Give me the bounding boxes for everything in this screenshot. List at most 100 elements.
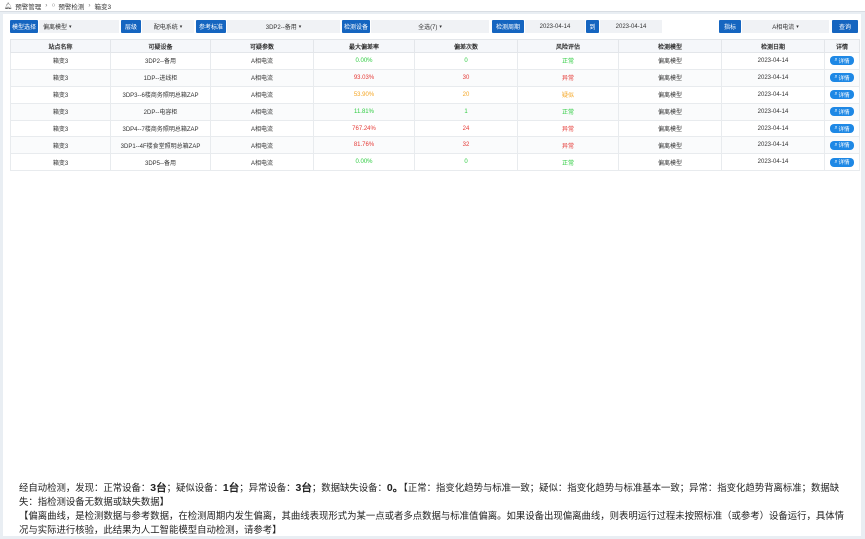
- reference-standard-label: 参考标准: [196, 20, 226, 33]
- cell-deviation-count: 30: [414, 68, 518, 87]
- detail-button[interactable]: ⌕ 详情: [830, 157, 854, 167]
- chevron-down-icon: ▾: [796, 23, 799, 30]
- detail-button[interactable]: ⌕ 详情: [830, 140, 854, 150]
- breadcrumb-item-alarm-detection[interactable]: 预警检测: [58, 1, 84, 11]
- summary-text: 经自动检测，发现：正常设备：3台；疑似设备：1台；异常设备：3台；数据缺失设备：…: [19, 481, 849, 537]
- cell-date: 2023-04-14: [721, 68, 825, 87]
- normal-count: 3台: [150, 482, 167, 494]
- cell-date: 2023-04-14: [721, 136, 825, 155]
- breadcrumb-item-current[interactable]: 箱变3: [95, 1, 112, 11]
- model-select[interactable]: 偏离模型 ▾: [39, 20, 119, 33]
- cell-detail: ⌕ 详情: [824, 52, 860, 70]
- filter-bar: 模型选择 偏离模型 ▾ 层级 配电系统 ▾ 参考标准 3DP2--备用 ▾ 检测设备 …: [10, 20, 858, 34]
- cell-risk: 异常: [517, 136, 619, 155]
- chevron-down-icon: ▾: [179, 23, 183, 30]
- cell-max-deviation: 11.81%: [313, 102, 415, 121]
- cell-detail: ⌕ 详情: [824, 153, 860, 172]
- result-table: 站点名称 可疑设备 可疑参数 最大偏差率 偏差次数 风险评估 检测模型 检测日期…: [10, 39, 860, 172]
- detail-button[interactable]: ⌕ 详情: [830, 107, 854, 117]
- cell-date: 2023-04-14: [721, 153, 825, 172]
- table-row: 箱变3 3DP3--6楼商务照明总箱ZAP A相电流 53.90% 20 疑似 偏离模型 20…: [10, 85, 860, 104]
- summary-intro: 经自动检测，发现：正常设备：: [19, 482, 151, 493]
- cell-risk: 疑似: [517, 85, 619, 104]
- cell-station: 箱变3: [10, 68, 111, 87]
- date-to-input[interactable]: 2023-04-14: [600, 20, 662, 33]
- header-param: 可疑参数: [210, 39, 314, 53]
- summary-deviation-note: 【偏离曲线，是检测数据与参考数据，在检测周期内发生偏离，其曲线表现形式为某一点或…: [19, 510, 845, 535]
- detection-device-select[interactable]: 全选(7) ▾: [371, 20, 489, 33]
- chevron-down-icon: ▾: [298, 23, 302, 30]
- breadcrumb-item-alarm-management[interactable]: 预警管理: [15, 1, 41, 11]
- level-label: 层级: [121, 20, 141, 33]
- cell-device: 3DP1--4F楼食堂照明总箱ZAP: [110, 136, 211, 155]
- search-icon: ⌕: [834, 91, 838, 98]
- detection-cycle-label: 检测周期: [492, 20, 524, 33]
- bell-icon: 🔔︎: [4, 2, 13, 10]
- cell-risk: 正常: [517, 52, 619, 70]
- detail-button-label: 详情: [838, 109, 850, 116]
- search-icon: ⌕: [834, 141, 838, 148]
- table-row: 箱变3 2DP--电容柜 A相电流 11.81% 1 正常 偏离模型 2023-04-14 ⌕ 详…: [10, 102, 860, 121]
- detection-device-label: 检测设备: [342, 20, 370, 33]
- cell-max-deviation: 93.03%: [313, 68, 415, 87]
- reference-standard-select[interactable]: 3DP2--备用 ▾: [227, 20, 340, 33]
- cell-station: 箱变3: [10, 119, 111, 138]
- cell-station: 箱变3: [10, 85, 111, 104]
- cell-detail: ⌕ 详情: [824, 68, 860, 87]
- cell-model: 偏离模型: [618, 68, 722, 87]
- search-icon: ⌕: [834, 125, 838, 131]
- table-row: 箱变3 3DP2--备用 A相电流 0.00% 0 正常 偏离模型 2023-04-14 ⌕ 详情: [10, 52, 860, 70]
- cell-param: A相电流: [210, 136, 314, 155]
- detail-button-label: 详情: [838, 58, 850, 65]
- header-model: 检测模型: [618, 39, 722, 53]
- cell-risk: 异常: [517, 119, 619, 138]
- summary-missing-label: ；数据缺失设备：: [311, 482, 387, 493]
- cell-station: 箱变3: [10, 102, 111, 121]
- header-max-deviation: 最大偏差率: [313, 39, 415, 53]
- cell-param: A相电流: [210, 52, 314, 70]
- search-icon: ⌕: [834, 108, 838, 115]
- search-icon: ⌕: [834, 74, 838, 81]
- metric-select[interactable]: A相电流 ▾: [742, 20, 829, 33]
- cell-model: 偏离模型: [618, 52, 722, 70]
- cell-max-deviation: 81.76%: [313, 136, 415, 155]
- cell-device: 3DP4--7楼商务照明总箱ZAP: [110, 119, 211, 138]
- cell-model: 偏离模型: [618, 102, 722, 121]
- cell-date: 2023-04-14: [721, 119, 825, 138]
- query-button[interactable]: 查询: [832, 20, 858, 33]
- level-select[interactable]: 配电系统 ▾: [142, 20, 194, 33]
- detail-button-label: 详情: [838, 160, 850, 167]
- header-date: 检测日期: [721, 39, 825, 53]
- detail-button[interactable]: ⌕ 详情: [830, 90, 854, 100]
- cell-station: 箱变3: [10, 153, 111, 172]
- cell-deviation-count: 1: [414, 102, 518, 121]
- cell-detail: ⌕ 详情: [824, 85, 860, 104]
- reference-standard-value: 3DP2--备用: [265, 25, 297, 31]
- search-icon: ⌕: [834, 158, 838, 165]
- cell-deviation-count: 0: [414, 153, 518, 172]
- detail-button-label: 详情: [838, 143, 850, 150]
- detail-button-label: 详情: [838, 75, 850, 82]
- cell-detail: ⌕ 详情: [824, 119, 860, 138]
- cell-param: A相电流: [210, 85, 314, 104]
- date-to-label: 到: [586, 20, 599, 33]
- table-row: 箱变3 3DP5--备用 A相电流 0.00% 0 正常 偏离模型 2023-04-14 ⌕ 详情: [10, 153, 860, 172]
- main-panel: 模型选择 偏离模型 ▾ 层级 配电系统 ▾ 参考标准 3DP2--备用 ▾ 检测设备 …: [3, 14, 861, 536]
- cell-device: 3DP2--备用: [110, 52, 211, 70]
- table-header-row: 站点名称 可疑设备 可疑参数 最大偏差率 偏差次数 风险评估 检测模型 检测日期…: [10, 39, 860, 53]
- cell-detail: ⌕ 详情: [824, 102, 860, 121]
- chevron-down-icon: ▾: [69, 23, 72, 30]
- circle-icon: ○: [51, 2, 56, 9]
- missing-count: 0。: [386, 482, 404, 494]
- detail-button[interactable]: ⌕ 详情: [830, 73, 854, 83]
- date-from-input[interactable]: 2023-04-14: [525, 20, 585, 33]
- cell-max-deviation: 767.24%: [313, 119, 415, 138]
- cell-device: 3DP3--6楼商务照明总箱ZAP: [110, 85, 211, 104]
- cell-param: A相电流: [210, 68, 314, 87]
- cell-device: 1DP--进线柜: [110, 68, 211, 87]
- cell-param: A相电流: [210, 102, 314, 121]
- cell-detail: ⌕ 详情: [824, 136, 860, 155]
- detail-button[interactable]: ⌕ 详情: [830, 124, 854, 133]
- cell-risk: 异常: [517, 68, 619, 87]
- detail-button[interactable]: ⌕ 详情: [830, 56, 854, 66]
